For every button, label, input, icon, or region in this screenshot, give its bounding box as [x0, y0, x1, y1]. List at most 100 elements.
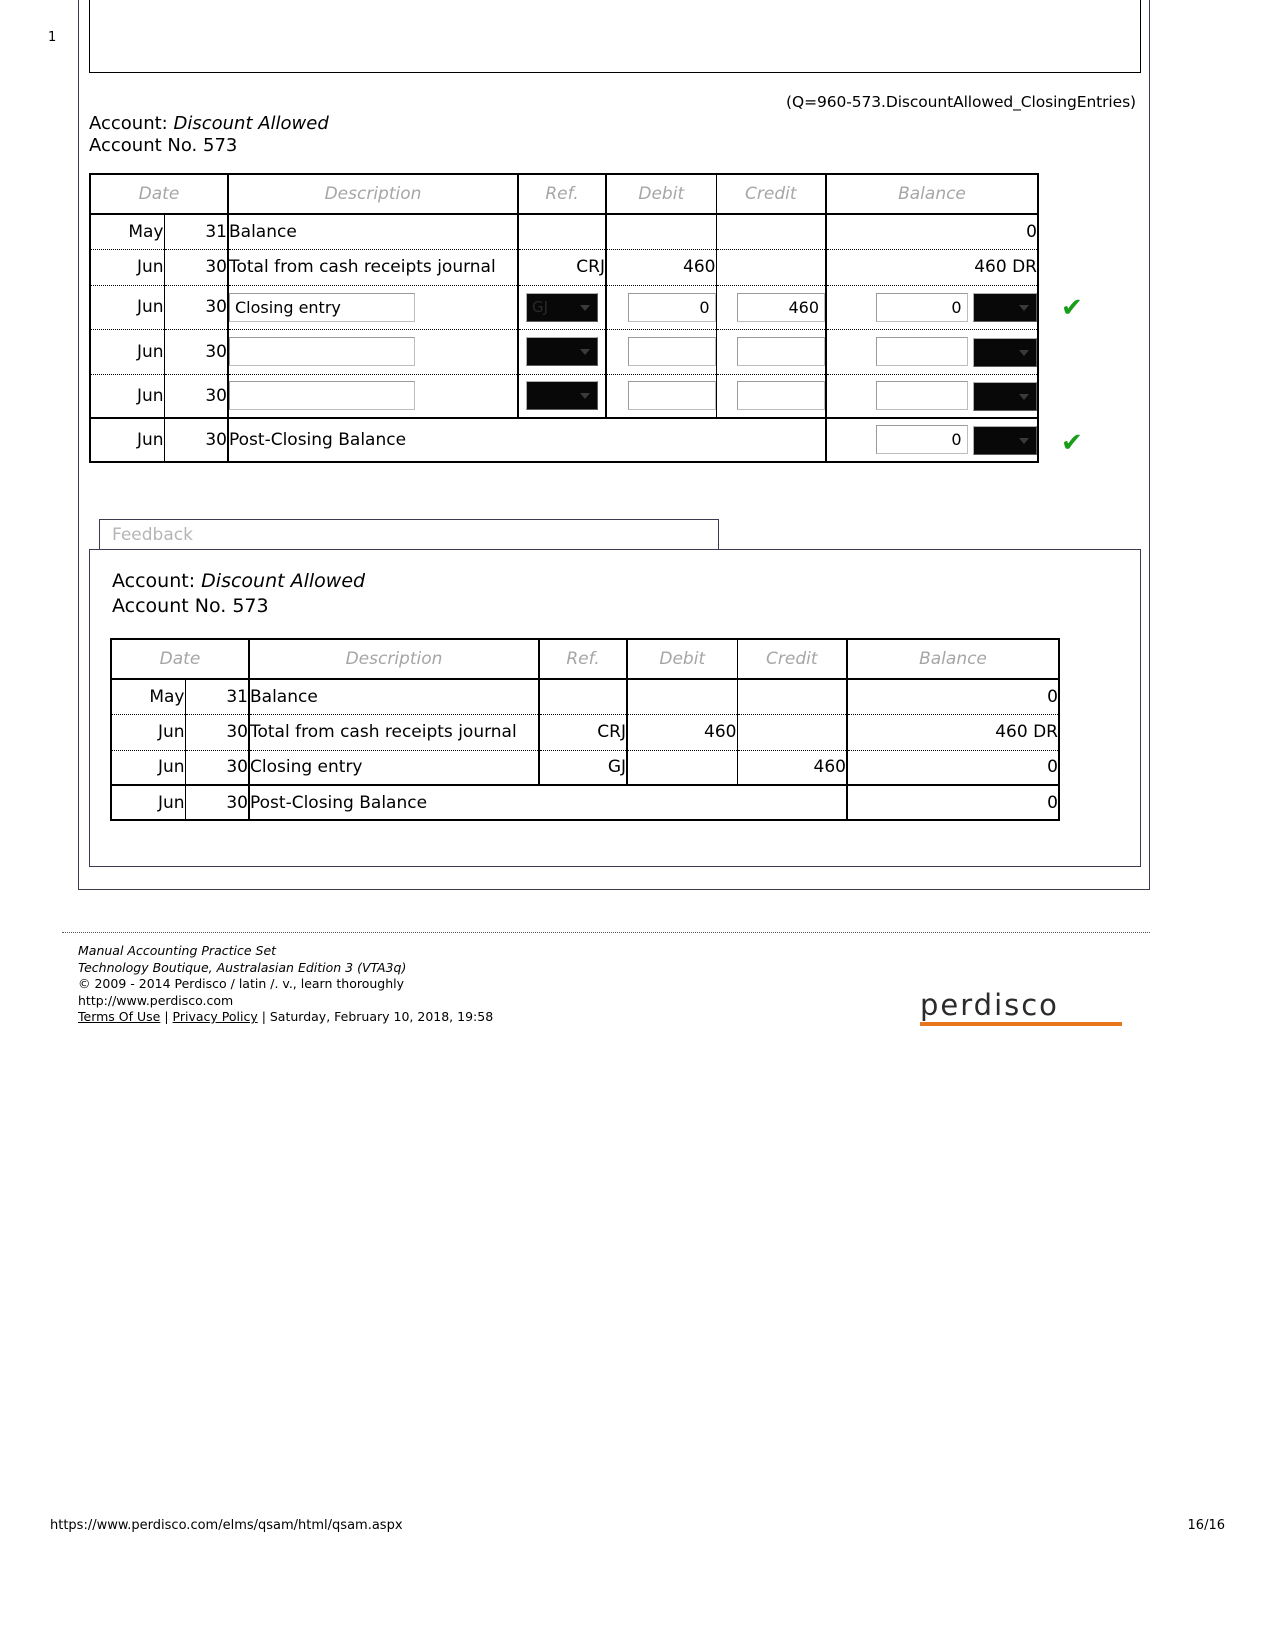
col-header-description: Description	[249, 639, 540, 680]
balance-dc-select[interactable]	[973, 381, 1037, 411]
col-header-credit: Credit	[737, 639, 848, 680]
cell-debit	[627, 679, 738, 714]
cell-description: Post-Closing Balance	[228, 418, 827, 462]
chevron-down-icon	[580, 393, 590, 400]
cell-description: Post-Closing Balance	[249, 785, 848, 820]
table-row-post-closing: Jun 30 Post-Closing Balance 0	[111, 785, 1059, 820]
credit-input[interactable]	[737, 381, 825, 411]
description-input[interactable]	[229, 292, 415, 322]
cell-balance: 0	[1026, 222, 1037, 242]
terms-of-use-link[interactable]: Terms Of Use	[78, 1009, 160, 1024]
credit-input[interactable]	[737, 292, 825, 322]
feedback-table-container: Date Description Ref. Debit Credit Balan…	[110, 638, 1060, 821]
cell-day: 30	[185, 714, 250, 750]
question-prompt-box	[89, 0, 1141, 73]
post-closing-dc-select[interactable]	[973, 425, 1037, 455]
cell-description-input-wrap	[228, 374, 519, 419]
feedback-panel: Account: Discount Allowed Account No. 57…	[89, 549, 1141, 867]
cell-ref-select-wrap	[518, 329, 607, 374]
cell-month: Jun	[111, 714, 186, 750]
cell-debit: 460	[627, 714, 738, 750]
debit-input[interactable]	[627, 337, 716, 367]
cell-balance-input-wrap	[826, 285, 1038, 329]
cell-credit-input-wrap	[716, 329, 827, 374]
cell-balance-input-wrap	[826, 374, 1038, 419]
privacy-policy-link[interactable]: Privacy Policy	[173, 1009, 258, 1024]
table-row: Jun 30 Total from cash receipts journal …	[90, 249, 1038, 285]
balance-input[interactable]	[875, 292, 968, 322]
ledger-table-body: May 31 Balance 0 Jun 30 Total from cash …	[90, 214, 1038, 462]
footer-line-1: Manual Accounting Practice Set	[78, 943, 277, 958]
cell-debit: 460	[606, 249, 717, 285]
correct-check-icon: ✔	[1061, 428, 1083, 458]
cell-credit-input-wrap	[716, 374, 827, 419]
account-title: Account: Discount Allowed	[89, 113, 329, 135]
chevron-down-icon	[1019, 305, 1029, 311]
col-header-balance: Balance	[847, 639, 1059, 680]
cell-ref-select-wrap	[518, 374, 607, 419]
cell-ref: CRJ	[518, 249, 607, 285]
perdisco-logo-text: perdisco	[920, 988, 1059, 1022]
debit-input[interactable]	[627, 292, 716, 322]
col-header-description: Description	[228, 174, 519, 215]
cell-month: May	[90, 214, 165, 249]
cell-day: 31	[185, 679, 250, 714]
chevron-down-icon	[1019, 437, 1029, 444]
cell-day: 30	[164, 418, 229, 462]
cell-description: Balance	[228, 214, 519, 249]
cell-month: Jun	[111, 750, 186, 786]
col-header-date: Date	[90, 174, 229, 215]
debit-input[interactable]	[627, 381, 716, 411]
table-row: Jun 30 Closing entry GJ 460 0	[111, 750, 1059, 786]
print-footer-page: 16/16	[1187, 1518, 1225, 1533]
cell-debit-input-wrap	[606, 285, 717, 329]
footer-line-4: http://www.perdisco.com	[78, 992, 234, 1008]
table-row: May 31 Balance 0	[111, 679, 1059, 714]
cell-day: 30	[164, 249, 229, 285]
page-marker: 1	[48, 30, 57, 45]
chevron-down-icon	[1019, 349, 1029, 356]
cell-day: 30	[185, 785, 250, 820]
cell-credit	[737, 714, 848, 750]
cell-ref	[539, 679, 628, 714]
post-closing-balance-input[interactable]	[875, 425, 968, 455]
cell-credit	[737, 679, 848, 714]
col-header-debit: Debit	[606, 174, 717, 215]
cell-day: 30	[185, 750, 250, 786]
feedback-table-head: Date Description Ref. Debit Credit Balan…	[111, 639, 1059, 680]
cell-month: Jun	[90, 329, 165, 374]
balance-dc-select[interactable]	[973, 293, 1037, 322]
cell-balance: 460 DR	[995, 722, 1058, 743]
ledger-table: Date Description Ref. Debit Credit Balan…	[89, 173, 1039, 463]
footer-separator-1: |	[160, 1009, 173, 1024]
description-input[interactable]	[229, 381, 415, 411]
footer-copyright: © 2009 - 2014 Perdisco / latin /. v., le…	[78, 976, 405, 991]
footer-timestamp: | Saturday, February 10, 2018, 19:58	[257, 1009, 494, 1024]
balance-input[interactable]	[875, 337, 968, 366]
ref-select[interactable]	[526, 381, 598, 411]
ref-select[interactable]: GJ	[526, 292, 598, 322]
chevron-down-icon	[580, 304, 590, 311]
feedback-tab-label: Feedback	[112, 525, 193, 545]
feedback-table-body: May 31 Balance 0 Jun 30 Total from cash …	[111, 679, 1059, 820]
cell-description-input-wrap	[228, 285, 519, 329]
question-code: (Q=960-573.DiscountAllowed_ClosingEntrie…	[786, 93, 1136, 111]
cell-balance: 0	[847, 750, 1059, 786]
col-header-ref: Ref.	[539, 639, 628, 680]
cell-balance-input-wrap	[826, 418, 1038, 462]
footer-divider	[62, 932, 1150, 933]
cell-debit	[627, 750, 738, 786]
cell-credit-input-wrap	[716, 285, 827, 329]
cell-debit-input-wrap	[606, 374, 717, 419]
table-row: Jun 30 Total from cash receipts journal …	[111, 714, 1059, 750]
balance-input[interactable]	[875, 381, 968, 410]
cell-balance: 0	[1047, 792, 1058, 813]
cell-debit	[606, 214, 717, 249]
cell-ref: CRJ	[539, 714, 628, 750]
description-input[interactable]	[229, 337, 415, 367]
credit-input[interactable]	[737, 337, 825, 367]
ref-select[interactable]	[526, 337, 598, 367]
cell-month: Jun	[90, 374, 165, 419]
col-header-credit: Credit	[716, 174, 827, 215]
balance-dc-select[interactable]	[973, 337, 1037, 367]
